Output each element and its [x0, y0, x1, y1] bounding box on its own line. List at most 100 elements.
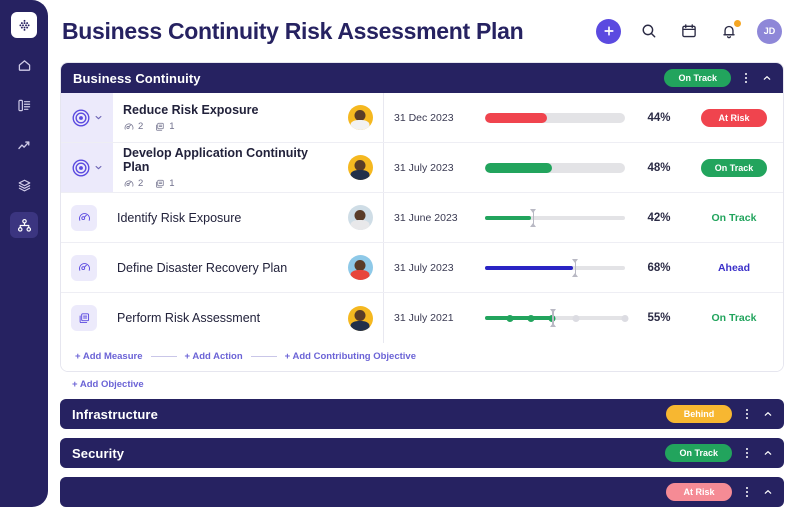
- row-lead[interactable]: [61, 143, 113, 192]
- layers-icon: [18, 179, 30, 191]
- table-row[interactable]: Develop Application Continuity Plan 2 1 …: [61, 143, 783, 193]
- section-menu-button[interactable]: [739, 73, 753, 83]
- section-status-badge: On Track: [665, 444, 732, 462]
- chevron-down-icon: [95, 165, 102, 170]
- section: Infrastructure Behind: [60, 399, 784, 429]
- progress-milestone-dot: [506, 314, 514, 322]
- app-logo[interactable]: [11, 12, 37, 38]
- home-icon: [18, 59, 30, 71]
- row-percent: 44%: [647, 111, 671, 124]
- sidebar: [0, 0, 48, 507]
- plus-icon: [603, 26, 614, 36]
- add-link[interactable]: + Add Action: [185, 351, 243, 362]
- row-expand-chevron[interactable]: [93, 162, 104, 173]
- section-header[interactable]: At Risk: [60, 477, 784, 507]
- section: At Risk: [60, 477, 784, 507]
- row-count: 2: [123, 121, 143, 133]
- row-expand-chevron[interactable]: [93, 112, 104, 123]
- app-root: Business Continuity Risk Assessment Plan: [0, 0, 800, 507]
- row-due-date: 31 July 2023: [383, 143, 473, 192]
- row-owner[interactable]: [337, 293, 383, 343]
- add-link[interactable]: + Add Measure: [75, 351, 143, 362]
- progress-milestone-dot: [527, 314, 535, 322]
- row-lead[interactable]: [61, 293, 107, 343]
- sidebar-item-layers[interactable]: [10, 172, 38, 198]
- rows-container: Reduce Risk Exposure 2 1 31 Dec 2023 44%…: [61, 93, 783, 343]
- section-header[interactable]: Business Continuity On Track: [61, 63, 783, 93]
- section-collapse-toggle[interactable]: [762, 408, 774, 420]
- row-progress-cell: [473, 143, 633, 192]
- row-title: Perform Risk Assessment: [117, 311, 261, 325]
- sidebar-item-home[interactable]: [10, 52, 38, 78]
- chevron-up-icon: [764, 412, 772, 416]
- row-progress-cell: [473, 93, 633, 142]
- row-title: Define Disaster Recovery Plan: [117, 260, 288, 275]
- add-link[interactable]: + Add Contributing Objective: [285, 351, 416, 362]
- section-collapse-toggle[interactable]: [762, 447, 774, 459]
- section-header[interactable]: Security On Track: [60, 438, 784, 468]
- row-type-icon: [71, 204, 97, 231]
- table-row[interactable]: Define Disaster Recovery Plan 31 July 20…: [61, 243, 783, 293]
- gauge-icon: [124, 122, 134, 130]
- section-menu-button[interactable]: [740, 487, 754, 497]
- sidebar-item-analytics[interactable]: [10, 132, 38, 158]
- progress-target-marker: [552, 310, 554, 326]
- row-count: 1: [154, 121, 175, 133]
- row-lead[interactable]: [61, 243, 107, 292]
- row-status-cell: On Track: [685, 193, 783, 242]
- row-due-date: 31 July 2023: [383, 243, 473, 292]
- row-progress-cell: [473, 243, 633, 292]
- calendar-icon: [682, 24, 696, 38]
- row-status-cell: On Track: [685, 293, 783, 343]
- section-menu-button[interactable]: [740, 448, 754, 458]
- row-title: Develop Application Continuity Plan: [123, 145, 308, 174]
- row-lead[interactable]: [61, 193, 107, 242]
- gauge-icon: [78, 263, 90, 271]
- link-divider: [250, 356, 277, 357]
- row-type-icon: [71, 305, 97, 331]
- calendar-button[interactable]: [677, 19, 701, 43]
- progress-bar: [485, 259, 625, 276]
- row-count: 1: [154, 178, 175, 190]
- section-collapse-toggle[interactable]: [761, 72, 773, 84]
- section-menu-button[interactable]: [740, 409, 754, 419]
- row-owner[interactable]: [337, 243, 383, 292]
- row-owner[interactable]: [337, 143, 383, 192]
- search-button[interactable]: [637, 19, 661, 43]
- notifications-button[interactable]: [717, 19, 742, 43]
- progress-bar: [485, 209, 625, 226]
- add-links-row: + Add Measure + Add Action + Add Contrib…: [61, 343, 783, 371]
- chevron-up-icon: [764, 490, 772, 494]
- avatar: [347, 155, 373, 180]
- table-row[interactable]: Perform Risk Assessment 31 July 2021 55%…: [61, 293, 783, 343]
- row-counts: 2 1: [123, 121, 337, 133]
- table-row[interactable]: Identify Risk Exposure 31 June 2023 42% …: [61, 193, 783, 243]
- section-header[interactable]: Infrastructure Behind: [60, 399, 784, 429]
- row-status-cell: At Risk: [685, 93, 783, 142]
- row-lead[interactable]: [61, 93, 113, 142]
- add-objective-link[interactable]: + Add Objective: [60, 372, 784, 390]
- section-status-badge: At Risk: [666, 483, 732, 501]
- row-count-value: 1: [169, 178, 175, 189]
- row-percent: 48%: [647, 161, 671, 174]
- sidebar-item-reports[interactable]: [10, 92, 38, 118]
- link-divider: [150, 356, 177, 357]
- row-owner[interactable]: [337, 193, 383, 242]
- row-percent: 42%: [647, 211, 671, 224]
- section-collapse-toggle[interactable]: [762, 486, 774, 498]
- user-avatar[interactable]: JD: [757, 18, 782, 44]
- progress-milestone-dot: [621, 314, 629, 322]
- row-due-date: 31 June 2023: [383, 193, 473, 242]
- logo-dots-icon: [18, 19, 30, 31]
- row-count-value: 2: [138, 178, 144, 189]
- row-owner[interactable]: [337, 93, 383, 142]
- section-status-badge: On Track: [664, 69, 731, 87]
- target-icon: [72, 159, 90, 176]
- top-bar: Business Continuity Risk Assessment Plan: [48, 0, 800, 62]
- add-button[interactable]: [596, 18, 621, 44]
- row-name-cell: Define Disaster Recovery Plan: [107, 243, 337, 292]
- documents-icon: [156, 179, 164, 188]
- table-row[interactable]: Reduce Risk Exposure 2 1 31 Dec 2023 44%…: [61, 93, 783, 143]
- sidebar-item-hierarchy[interactable]: [10, 212, 38, 238]
- row-progress-cell: [473, 193, 633, 242]
